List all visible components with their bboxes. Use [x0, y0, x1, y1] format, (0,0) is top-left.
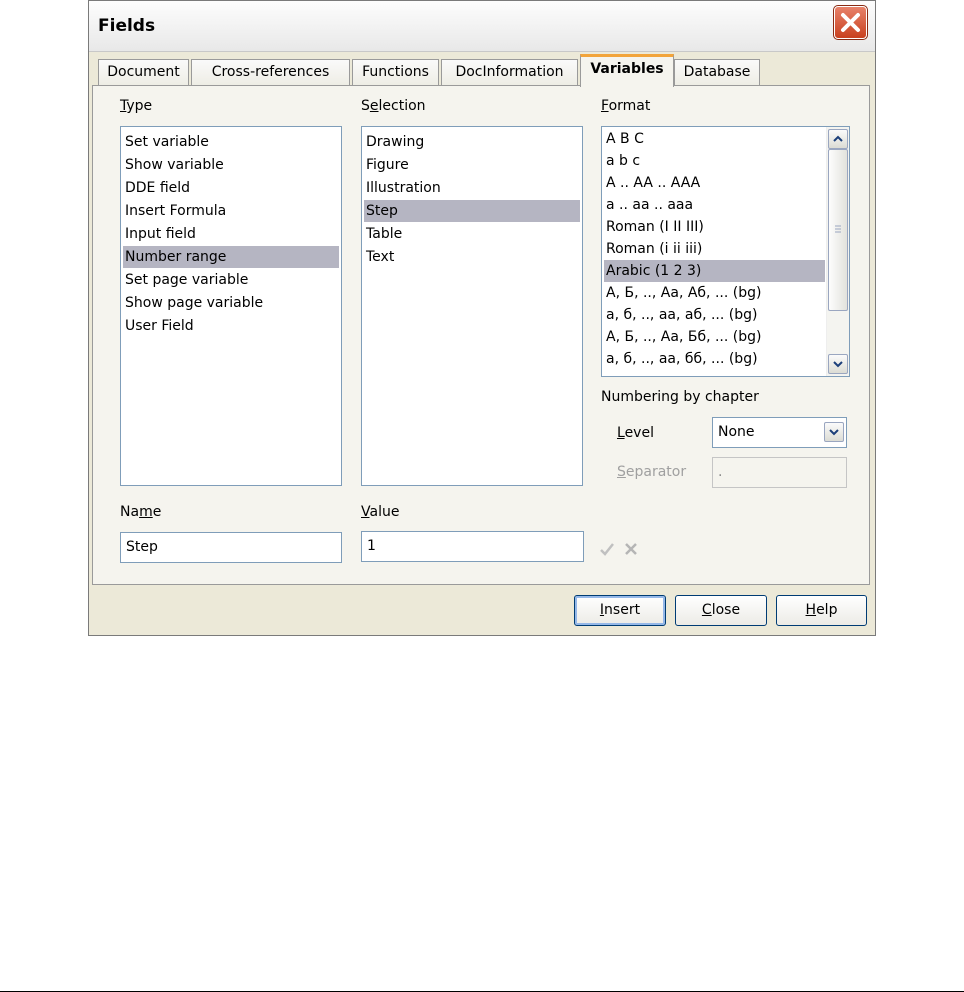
- tab-strip: Document Cross-references Functions DocI…: [89, 53, 875, 87]
- format-scrollbar[interactable]: [826, 127, 849, 376]
- list-item[interactable]: Roman (i ii iii): [604, 238, 825, 260]
- chevron-up-icon: [833, 135, 843, 142]
- chevron-down-icon: [829, 429, 839, 436]
- list-item[interactable]: а, б, .., аа, аб, ... (bg): [604, 304, 825, 326]
- name-field[interactable]: Step: [120, 532, 342, 563]
- list-item[interactable]: A B C: [604, 128, 825, 150]
- list-item[interactable]: Table: [364, 223, 580, 245]
- list-item[interactable]: Set page variable: [123, 269, 339, 291]
- format-label: Format: [601, 98, 651, 114]
- list-item[interactable]: Roman (I II III): [604, 216, 825, 238]
- selection-list[interactable]: Drawing Figure Illustration Step Table T…: [361, 126, 583, 486]
- type-label: Type: [120, 98, 153, 114]
- list-item[interactable]: Figure: [364, 154, 580, 176]
- list-item[interactable]: User Field: [123, 315, 339, 337]
- name-label: Name: [120, 504, 162, 520]
- insert-button[interactable]: Insert: [574, 595, 666, 626]
- list-item[interactable]: Show page variable: [123, 292, 339, 314]
- close-window-button[interactable]: [833, 5, 868, 40]
- chevron-down-icon: [833, 361, 843, 368]
- numbering-heading: Numbering by chapter: [601, 389, 759, 405]
- list-item-selected[interactable]: Arabic (1 2 3): [604, 260, 825, 282]
- list-item[interactable]: a b c: [604, 150, 825, 172]
- type-list[interactable]: Set variable Show variable DDE field Ins…: [120, 126, 342, 486]
- separator-field[interactable]: .: [712, 457, 847, 488]
- grip-icon: [835, 225, 841, 233]
- fields-dialog: Fields Document Cross-references Functio…: [88, 0, 876, 636]
- value-label: Value: [361, 504, 400, 520]
- list-item[interactable]: Illustration: [364, 177, 580, 199]
- separator-label: Separator: [617, 464, 687, 480]
- close-icon: [841, 13, 860, 32]
- list-item[interactable]: Show variable: [123, 154, 339, 176]
- list-item[interactable]: Text: [364, 246, 580, 268]
- value-field[interactable]: 1: [361, 531, 584, 562]
- scroll-up-button[interactable]: [828, 129, 848, 149]
- list-item[interactable]: А, Б, .., Аа, Аб, ... (bg): [604, 282, 825, 304]
- selection-label: Selection: [361, 98, 426, 114]
- level-dropdown-button[interactable]: [824, 422, 844, 442]
- tab-cross-references[interactable]: Cross-references: [191, 59, 350, 85]
- tab-database[interactable]: Database: [674, 59, 760, 85]
- level-select[interactable]: None: [712, 417, 847, 448]
- help-button[interactable]: Help: [776, 595, 867, 626]
- list-item[interactable]: Drawing: [364, 131, 580, 153]
- scroll-thumb[interactable]: [828, 149, 848, 311]
- level-label: Level: [617, 425, 654, 441]
- list-item-selected[interactable]: Number range: [123, 246, 339, 268]
- close-button[interactable]: Close: [675, 595, 767, 626]
- variables-panel: Type Set variable Show variable DDE fiel…: [92, 85, 870, 585]
- format-list[interactable]: A B C a b c A .. AA .. AAA a .. aa .. aa…: [601, 126, 850, 377]
- list-item[interactable]: Insert Formula: [123, 200, 339, 222]
- list-item[interactable]: Input field: [123, 223, 339, 245]
- list-item[interactable]: а, б, .., аа, бб, ... (bg): [604, 348, 825, 370]
- title-bar[interactable]: Fields: [89, 1, 875, 52]
- scroll-down-button[interactable]: [828, 354, 848, 374]
- level-value: None: [718, 424, 755, 440]
- list-item-selected[interactable]: Step: [364, 200, 580, 222]
- list-item[interactable]: A .. AA .. AAA: [604, 172, 825, 194]
- tab-docinformation[interactable]: DocInformation: [441, 59, 578, 85]
- list-item[interactable]: Set variable: [123, 131, 339, 153]
- tab-variables[interactable]: Variables: [580, 54, 674, 87]
- list-item[interactable]: А, Б, .., Аа, Бб, ... (bg): [604, 326, 825, 348]
- list-item[interactable]: a .. aa .. aaa: [604, 194, 825, 216]
- delete-x-icon[interactable]: [623, 541, 639, 557]
- window-title: Fields: [98, 16, 156, 36]
- tab-functions[interactable]: Functions: [352, 59, 439, 85]
- tab-document[interactable]: Document: [98, 59, 189, 85]
- apply-check-icon[interactable]: [598, 540, 616, 558]
- list-item[interactable]: DDE field: [123, 177, 339, 199]
